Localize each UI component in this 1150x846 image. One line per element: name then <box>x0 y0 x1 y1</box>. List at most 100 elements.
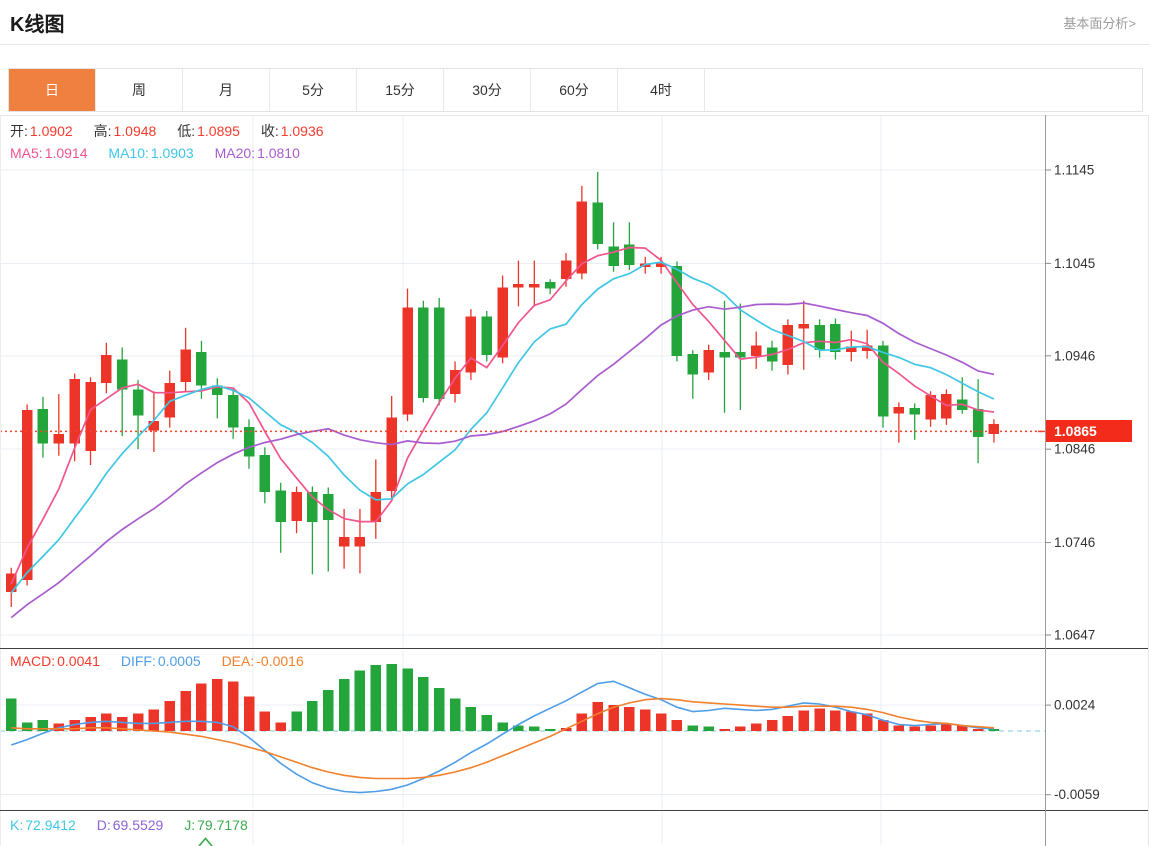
macd-bar <box>323 690 334 731</box>
close-value: 1.0936 <box>281 123 324 139</box>
macd-bar <box>735 727 746 731</box>
macd-bar <box>846 712 857 731</box>
candle-body <box>149 421 160 430</box>
candle-body <box>386 417 397 491</box>
candle-body <box>894 407 905 414</box>
kline-page: K线图 基本面分析> 日周月5分15分30分60分4时 1.11451.1045… <box>0 0 1150 846</box>
y-axis-label: 1.1145 <box>1054 163 1094 178</box>
candle-body <box>38 409 49 444</box>
macd-bar <box>672 720 683 731</box>
macd-bar <box>925 726 936 731</box>
y-axis-label: 1.0647 <box>1054 627 1095 642</box>
ma10-label: MA10: <box>108 145 148 161</box>
ma10-value: 1.0903 <box>151 145 194 161</box>
macd-bar <box>228 681 239 731</box>
macd-bar <box>830 710 841 731</box>
macd-value: 0.0041 <box>57 653 100 669</box>
candle-body <box>260 455 271 492</box>
macd-bar <box>371 665 382 731</box>
candle-body <box>529 284 540 288</box>
candle-body <box>228 395 239 428</box>
candle-body <box>339 537 350 546</box>
ma-readout: MA5:1.0914 MA10:1.0903 MA20:1.0810 <box>10 145 317 161</box>
candle-body <box>878 346 889 417</box>
macd-bar <box>894 726 905 731</box>
candle-body <box>830 324 841 352</box>
tab-周[interactable]: 周 <box>96 69 183 111</box>
dea-value: -0.0016 <box>256 653 303 669</box>
candle-body <box>909 408 920 415</box>
tab-月[interactable]: 月 <box>183 69 270 111</box>
tab-日[interactable]: 日 <box>9 69 96 111</box>
macd-bar <box>909 727 920 731</box>
kdj-d-label: D: <box>97 817 111 833</box>
candle-body <box>54 434 65 443</box>
macd-bar <box>656 714 667 731</box>
kline-chart[interactable]: 1.11451.10451.09461.08461.07461.06470.00… <box>0 115 1150 846</box>
page-header: K线图 基本面分析> <box>0 0 1150 45</box>
candle-body <box>434 307 445 399</box>
candle-body <box>592 203 603 244</box>
macd-bar <box>244 696 255 731</box>
macd-bar <box>482 715 493 731</box>
macd-bar <box>624 707 635 731</box>
candle-body <box>180 349 191 382</box>
macd-bar <box>418 677 429 731</box>
candle-body <box>196 352 207 386</box>
macd-bar <box>339 679 350 731</box>
macd-bar <box>434 688 445 731</box>
macd-bar <box>497 722 508 731</box>
macd-label: MACD: <box>10 653 55 669</box>
candle-body <box>545 282 556 289</box>
y-axis-label: 0.0024 <box>1054 698 1096 713</box>
candle-body <box>513 284 524 288</box>
candle-body <box>608 247 619 267</box>
candle-body <box>117 360 128 390</box>
ma5-label: MA5: <box>10 145 43 161</box>
macd-bar <box>85 717 96 731</box>
macd-bar <box>260 712 271 731</box>
macd-bar <box>814 708 825 731</box>
low-value: 1.0895 <box>197 123 240 139</box>
kdj-line-fragment <box>199 839 212 846</box>
macd-bar <box>783 716 794 731</box>
macd-bar <box>640 709 651 731</box>
macd-bar <box>165 701 176 731</box>
low-label: 低: <box>177 123 195 139</box>
candle-body <box>799 324 810 329</box>
interval-tabbar: 日周月5分15分30分60分4时 <box>8 68 1143 112</box>
open-label: 开: <box>10 123 28 139</box>
kdj-j-label: J: <box>184 817 195 833</box>
macd-bar <box>6 699 17 731</box>
tab-5分[interactable]: 5分 <box>270 69 357 111</box>
diff-label: DIFF: <box>121 653 156 669</box>
candle-body <box>482 317 493 355</box>
candle-body <box>814 325 825 350</box>
macd-bar <box>307 701 318 731</box>
open-value: 1.0902 <box>30 123 73 139</box>
macd-bar <box>703 727 714 731</box>
macd-bar <box>592 702 603 731</box>
candle-body <box>133 389 144 415</box>
tab-60分[interactable]: 60分 <box>531 69 618 111</box>
candle-body <box>418 307 429 398</box>
macd-bar <box>402 668 413 731</box>
candle-body <box>497 288 508 358</box>
candle-body <box>751 346 762 356</box>
candle-body <box>69 379 80 443</box>
macd-readout: MACD:0.0041 DIFF:0.0005 DEA:-0.0016 <box>10 653 321 669</box>
tab-4时[interactable]: 4时 <box>618 69 705 111</box>
fundamental-analysis-link[interactable]: 基本面分析> <box>1063 13 1136 32</box>
macd-bar <box>529 727 540 731</box>
tab-15分[interactable]: 15分 <box>357 69 444 111</box>
macd-bar <box>719 729 730 731</box>
candle-body <box>466 317 477 373</box>
macd-bar <box>466 707 477 731</box>
high-label: 高: <box>94 123 112 139</box>
ma20-label: MA20: <box>215 145 255 161</box>
diff-value: 0.0005 <box>158 653 201 669</box>
macd-bar <box>22 722 32 731</box>
tab-30分[interactable]: 30分 <box>444 69 531 111</box>
high-value: 1.0948 <box>114 123 157 139</box>
kdj-k-value: 72.9412 <box>25 817 76 833</box>
